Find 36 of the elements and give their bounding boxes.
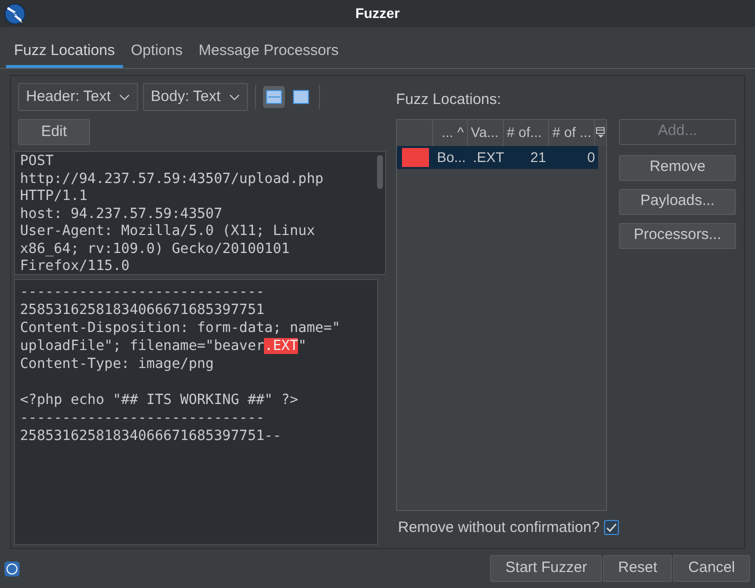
header-line: User-Agent: Mozilla/5.0 (X11; Linux [20,223,316,240]
edit-button[interactable]: Edit [18,119,90,145]
body-line: uploadFile"; filename="beaver.EXT" [20,337,307,355]
body-line: Content-Type: image/png [20,355,214,373]
body-line: <?php echo "## ITS WORKING ##" ?> [20,391,298,409]
tab[interactable]: Message Processors [190,38,347,68]
table-row[interactable]: Bo... .EXT 21 0 [397,146,598,168]
header-line: host: 94.237.57.59:43507 [20,206,222,223]
action-button[interactable]: Processors... [619,222,736,248]
header-line: HTTP/1.1 [20,188,88,206]
view-dropdown[interactable]: Header: Text [18,83,138,111]
table-cell-text: 21 [529,148,547,166]
body-line: 25853162581834066671685397751-- [20,427,282,445]
tab[interactable]: Fuzz Locations [6,38,123,68]
header-line: http://94.237.57.59:43507/upload.php [20,170,324,188]
table-cell-text: Bo... [436,148,467,166]
view-dropdown[interactable]: Body: Text [142,83,248,111]
action-button[interactable]: Payloads... [619,188,736,214]
body-line: ----------------------------- [20,283,264,301]
body-line: 25853162581834066671685397751 [20,301,264,319]
tab[interactable]: Options [122,38,191,68]
header-line: POST [20,153,54,170]
header-line: Firefox/115.0 [20,258,130,274]
table-cell-text: .EXT [472,148,506,166]
footer-button[interactable]: Start Fuzzer [490,555,602,582]
footer-button[interactable]: Cancel [673,555,750,582]
footer-button[interactable]: Reset [603,555,672,582]
table-cell-text: 0 [586,148,596,166]
header-line: x86_64; rv:109.0) Gecko/20100101 [20,240,290,258]
remove-confirmation-label: Remove without confirmation? [398,518,600,538]
fuzz-locations-label: Fuzz Locations: [396,90,502,110]
request-header-area[interactable]: POST http://94.237.57.59:43507/upload.php HTTP/1.1 host: 94.237.57.59:43507 User-Agent: Mozilla/5.0 (X11; Linux x86_64; rv:109.0) Gecko/20100101 Firefox/115.0 [14,151,386,275]
window-title: Fuzzer [355,4,400,23]
action-button[interactable]: Remove [619,154,736,180]
body-line: Content-Disposition: form-data; name=" [20,319,340,337]
body-line: ----------------------------- [20,409,264,427]
